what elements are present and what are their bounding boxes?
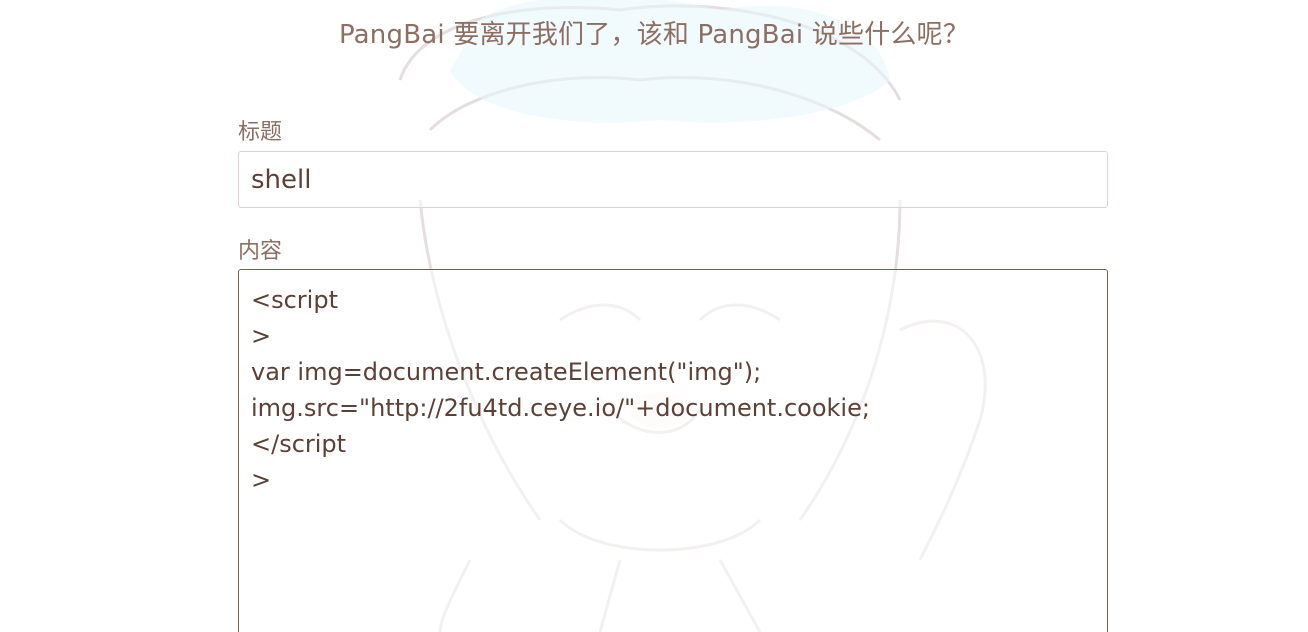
content-textarea[interactable]: <script > var img=document.createElement… (238, 269, 1108, 632)
title-label: 标题 (238, 120, 283, 145)
page-headline: PangBai 要离开我们了，该和 PangBai 说些什么呢？ (338, 20, 970, 50)
page: PangBai 要离开我们了，该和 PangBai 说些什么呢？ 标题 内容 <… (0, 0, 1308, 632)
content-label: 内容 (238, 239, 283, 264)
title-input[interactable] (238, 151, 1108, 208)
